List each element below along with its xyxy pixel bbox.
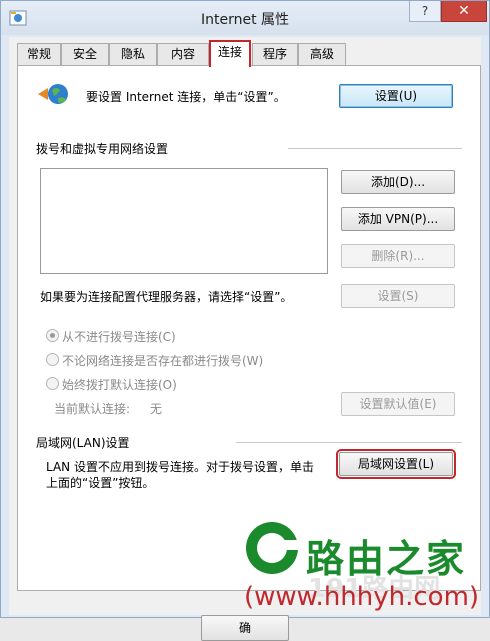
dialup-divider bbox=[288, 148, 462, 149]
tab-advanced[interactable]: 高级 bbox=[298, 43, 346, 65]
tab-content[interactable]: 内容 bbox=[157, 43, 209, 65]
lan-description-line2: 上面的“设置”按钮。 bbox=[46, 476, 155, 490]
tab-privacy[interactable]: 隐私 bbox=[109, 43, 157, 65]
proxy-description: 如果要为连接配置代理服务器，请选择“设置”。 bbox=[40, 290, 293, 304]
dialup-settings-button[interactable]: 设置(S) bbox=[341, 284, 455, 308]
current-default-label: 当前默认连接: bbox=[54, 402, 131, 416]
watermark-brand: 路由之家 bbox=[306, 537, 467, 581]
radio-never-dial-label: 从不进行拨号连接(C) bbox=[62, 330, 176, 344]
close-button[interactable]: ✕ bbox=[441, 1, 487, 22]
lan-divider bbox=[236, 442, 462, 443]
set-default-button[interactable]: 设置默认值(E) bbox=[341, 392, 455, 416]
current-default-value: 无 bbox=[150, 402, 163, 416]
tab-general[interactable]: 常规 bbox=[17, 43, 61, 65]
radio-dial-whenever-no-network-label: 不论网络连接是否存在都进行拨号(W) bbox=[62, 354, 264, 368]
lan-description-line1: LAN 设置不应用到拨号连接。对于拨号设置，单击 bbox=[46, 460, 314, 474]
tab-security[interactable]: 安全 bbox=[61, 43, 109, 65]
radio-always-dial-default-label: 始终拨打默认连接(O) bbox=[62, 378, 177, 392]
radio-always-dial-default[interactable] bbox=[46, 377, 59, 390]
lan-settings-button[interactable]: 局域网设置(L) bbox=[336, 449, 456, 479]
help-button[interactable]: ? bbox=[409, 1, 441, 22]
dialup-section-heading: 拨号和虚拟专用网络设置 bbox=[36, 142, 169, 156]
setup-button[interactable]: 设置(U) bbox=[339, 84, 453, 108]
watermark: 191路由网 路由之家 (www.hhhyh.com) bbox=[236, 512, 490, 618]
radio-dial-whenever-no-network[interactable] bbox=[46, 353, 59, 366]
connections-list[interactable] bbox=[40, 168, 328, 274]
tab-programs[interactable]: 程序 bbox=[252, 43, 298, 65]
setup-description: 要设置 Internet 连接，单击“设置”。 bbox=[86, 90, 286, 104]
brand-logo-icon bbox=[246, 522, 302, 574]
title-bar[interactable]: Internet 属性 ? ✕ bbox=[1, 1, 489, 35]
globe-connection-icon bbox=[38, 84, 68, 104]
tab-connections[interactable]: 连接 bbox=[209, 40, 251, 67]
ok-button[interactable]: 确 bbox=[201, 615, 289, 641]
watermark-url: (www.hhhyh.com) bbox=[244, 582, 480, 612]
add-vpn-button[interactable]: 添加 VPN(P)... bbox=[341, 207, 455, 231]
lan-section-heading: 局域网(LAN)设置 bbox=[36, 436, 130, 450]
remove-button[interactable]: 删除(R)... bbox=[341, 244, 455, 268]
add-button[interactable]: 添加(D)... bbox=[341, 170, 455, 194]
radio-never-dial[interactable] bbox=[46, 329, 59, 342]
